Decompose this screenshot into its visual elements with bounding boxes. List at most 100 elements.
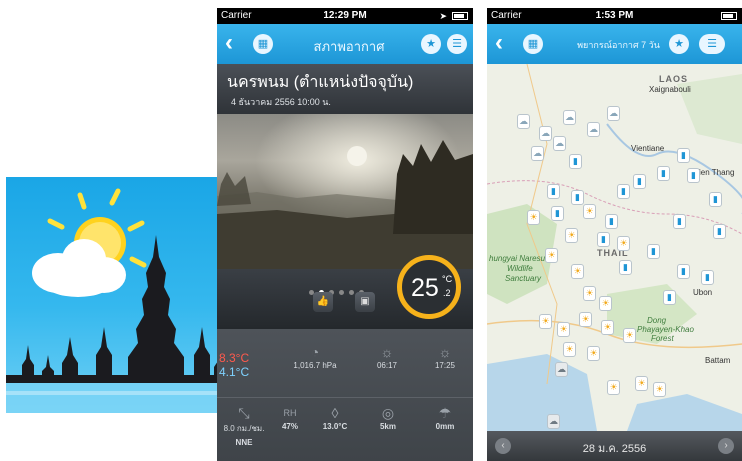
cloud-icon[interactable]: ☁ — [563, 110, 576, 125]
thermometer-icon[interactable]: ▮ — [633, 174, 646, 189]
map-label-dong: Dong — [647, 316, 667, 325]
nav-bar: ‹ ▦ พยากรณ์อากาศ 7 วัน ★ ☰ — [487, 24, 742, 64]
map-label-forest: Forest — [651, 334, 674, 343]
temple-sun-illustration — [6, 188, 240, 413]
map-label-naresuan: hungyai Naresu — [489, 254, 546, 263]
sun-icon[interactable]: ☀ — [599, 296, 612, 311]
rain-icon[interactable]: ☁ — [555, 362, 568, 377]
umbrella-icon: ☂ — [438, 405, 452, 421]
thermometer-icon[interactable]: ▮ — [619, 260, 632, 275]
location-arrow-icon: ➤ — [439, 11, 447, 21]
sun-icon[interactable]: ☀ — [545, 248, 558, 263]
thermometer-icon[interactable]: ▮ — [597, 232, 610, 247]
back-button[interactable]: ‹ — [225, 30, 233, 56]
thermometer-icon[interactable]: ▮ — [571, 190, 584, 205]
thermometer-icon[interactable]: ▮ — [709, 192, 722, 207]
thermometer-icon[interactable]: ▮ — [569, 154, 582, 169]
sun-icon[interactable]: ☀ — [617, 236, 630, 251]
thermometer-icon[interactable]: ▮ — [713, 224, 726, 239]
menu-icon[interactable]: ☰ — [447, 34, 467, 54]
cloud-icon[interactable]: ☁ — [531, 146, 544, 161]
rain-icon[interactable]: ☁ — [547, 414, 560, 429]
forecast-date: 28 ม.ค. 2556 — [582, 443, 647, 455]
sun-icon[interactable]: ☀ — [635, 376, 648, 391]
temp-low: 4.1°C — [219, 365, 250, 379]
humidity-label: RH — [283, 408, 297, 418]
thermometer-icon[interactable]: ▮ — [663, 290, 676, 305]
cloud-icon[interactable]: ☁ — [607, 106, 620, 121]
sun-icon[interactable]: ☀ — [653, 382, 666, 397]
sun-icon[interactable]: ☀ — [623, 328, 636, 343]
sunrise-value: 06:17 — [376, 361, 398, 370]
app-icon — [6, 177, 240, 413]
pressure-value: 1,016.7 hPa — [293, 361, 337, 370]
rain-stat: ☂ 0mm — [429, 404, 461, 431]
thermometer-icon[interactable]: ▮ — [647, 244, 660, 259]
map-label-ban-thang: ien Thang — [699, 168, 735, 177]
current-temperature: 25 — [411, 274, 439, 302]
thermometer-icon[interactable]: ▮ — [605, 214, 618, 229]
home-icon[interactable]: ▦ — [523, 34, 543, 54]
sun-icon[interactable]: ☀ — [571, 264, 584, 279]
gallery-button[interactable]: ▣ — [355, 292, 375, 312]
sunrise-icon: ☼ — [380, 344, 394, 360]
map-label-xaignabouli: Xaignabouli — [649, 85, 691, 94]
drop-icon: ◊ — [331, 405, 339, 421]
thermometer-icon[interactable]: ▮ — [617, 184, 630, 199]
sun-icon[interactable]: ☀ — [527, 210, 540, 225]
home-icon[interactable]: ▦ — [253, 34, 273, 54]
wind-stat: ⤡ 8.0 กม./ชม. NNE — [219, 404, 269, 447]
clock: 12:29 PM — [323, 10, 367, 21]
battery-icon — [721, 12, 737, 20]
map-screen: Carrier 1:53 PM ‹ ▦ พยากรณ์อากาศ 7 วัน ★… — [487, 8, 742, 461]
sun-icon[interactable]: ☀ — [607, 380, 620, 395]
sun-icon[interactable]: ☀ — [601, 320, 614, 335]
temp-high: 8.3°C — [219, 351, 250, 365]
cloud-icon[interactable]: ☁ — [539, 126, 552, 141]
cloud-icon[interactable]: ☁ — [587, 122, 600, 137]
sunset-icon: ☼ — [438, 344, 452, 360]
weather-photo[interactable] — [217, 114, 473, 269]
back-button[interactable]: ‹ — [495, 30, 503, 56]
thermometer-icon[interactable]: ▮ — [657, 166, 670, 181]
map-label-sanctuary: Sanctuary — [505, 274, 542, 283]
cloud-icon[interactable]: ☁ — [553, 136, 566, 151]
wind-icon: ⤡ — [238, 405, 250, 421]
humidity-stat: RH 47% — [275, 404, 305, 431]
sun-icon[interactable]: ☀ — [557, 322, 570, 337]
menu-icon[interactable]: ☰ — [699, 34, 725, 54]
star-icon[interactable]: ★ — [421, 34, 441, 54]
star-icon[interactable]: ★ — [669, 34, 689, 54]
thermometer-icon[interactable]: ▮ — [677, 264, 690, 279]
thermometer-icon[interactable]: ▮ — [687, 168, 700, 183]
thermometer-icon[interactable]: ▮ — [673, 214, 686, 229]
sun-icon[interactable]: ☀ — [583, 204, 596, 219]
weather-screen: Carrier 12:29 PM ➤ ‹ ▦ สภาพอากาศ ★ ☰ นคร… — [217, 8, 473, 461]
eye-icon: ◎ — [381, 405, 395, 421]
sun-icon[interactable]: ☀ — [579, 312, 592, 327]
wind-direction: NNE — [235, 438, 253, 447]
sun-icon[interactable]: ☀ — [563, 342, 576, 357]
location-name: นครพนม (ตำแหน่งปัจจุบัน) — [227, 74, 414, 91]
sun-icon[interactable]: ☀ — [539, 314, 552, 329]
temperature-decimal: .2 — [443, 288, 451, 298]
thermometer-icon[interactable]: ▮ — [701, 270, 714, 285]
rain-value: 0mm — [435, 422, 455, 431]
cloud-icon[interactable]: ☁ — [517, 114, 530, 129]
location-panel: นครพนม (ตำแหน่งปัจจุบัน) 4 ธันวาคม 2556 … — [217, 64, 473, 114]
sunrise-stat: ☼ 06:17 — [367, 343, 407, 370]
status-bar: Carrier 12:29 PM ➤ — [217, 8, 473, 24]
page-title: พยากรณ์อากาศ 7 วัน — [577, 40, 660, 50]
sun-icon[interactable]: ☀ — [587, 346, 600, 361]
thermometer-icon[interactable]: ▮ — [677, 148, 690, 163]
sun-icon[interactable]: ☀ — [583, 286, 596, 301]
map-label-battam: Battam — [705, 356, 731, 365]
thermometer-icon[interactable]: ▮ — [551, 206, 564, 221]
page-title: สภาพอากาศ — [313, 39, 385, 54]
humidity-value: 47% — [281, 422, 298, 431]
like-button[interactable]: 👍 — [313, 292, 333, 312]
next-day-button[interactable]: › — [718, 438, 734, 454]
thermometer-icon[interactable]: ▮ — [547, 184, 560, 199]
weather-map[interactable]: LAOS Xaignabouli Vientiane ien Thang THA… — [487, 64, 742, 431]
sun-icon[interactable]: ☀ — [565, 228, 578, 243]
